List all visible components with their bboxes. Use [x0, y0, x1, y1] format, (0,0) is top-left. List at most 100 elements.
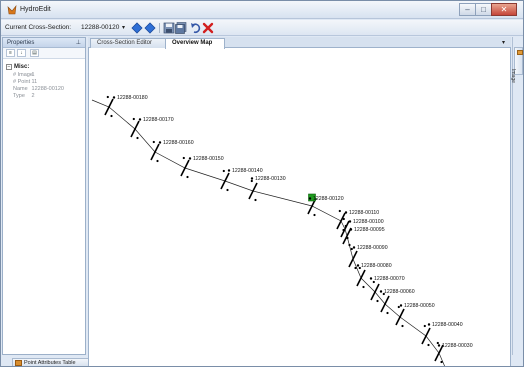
document-tabs: Cross-Section Editor Overview Map ▾: [88, 37, 511, 49]
cross-section-marker[interactable]: 12288-00030: [434, 341, 473, 364]
label-anchor: [227, 169, 231, 172]
survey-point: [440, 360, 443, 364]
cross-section-line: [380, 295, 390, 313]
cross-section-line: [130, 120, 140, 138]
label-anchor: [427, 323, 431, 326]
point-attributes-table-tab[interactable]: Point Attributes Table: [12, 358, 90, 366]
maximize-icon: □: [481, 4, 486, 14]
cross-section-label: 12288-00110: [349, 210, 379, 216]
label-anchor: [250, 177, 254, 180]
categorized-icon[interactable]: ≡: [6, 49, 15, 57]
survey-point: [386, 311, 389, 315]
cross-section-line: [104, 98, 114, 116]
previous-section-button[interactable]: [131, 22, 143, 34]
survey-point: [132, 117, 135, 121]
cross-section-label: 12288-00040: [432, 322, 463, 328]
tab-list-dropdown-icon[interactable]: ▾: [502, 39, 505, 46]
image-icon: [517, 50, 523, 55]
properties-header: Properties ⊥: [3, 38, 85, 48]
minimize-button[interactable]: –: [459, 3, 476, 16]
cross-section-line: [348, 250, 358, 268]
pin-icon[interactable]: ⊥: [76, 39, 81, 46]
survey-point: [254, 198, 257, 202]
survey-point: [354, 266, 357, 270]
cross-section-label: 12288-00150: [193, 156, 224, 162]
delete-button[interactable]: [202, 22, 214, 34]
cross-section-line: [395, 308, 405, 326]
alphabetical-icon[interactable]: ↓: [17, 49, 26, 57]
property-value: 12288-00120: [31, 86, 64, 92]
collapse-icon[interactable]: −: [6, 64, 12, 70]
cross-section-marker[interactable]: 12288-00170: [130, 117, 174, 140]
save-all-button[interactable]: [175, 22, 187, 34]
hydroedit-app-icon: [7, 5, 17, 15]
property-row[interactable]: Name 12288-00120: [13, 86, 64, 92]
maximize-button[interactable]: □: [475, 3, 492, 16]
point-attributes-table-label: Point Attributes Table: [24, 360, 76, 366]
minimize-icon: –: [465, 4, 470, 14]
cross-section-marker[interactable]: 12288-00095: [342, 224, 385, 247]
property-value: 11: [31, 79, 38, 85]
tab-overview-map[interactable]: Overview Map: [165, 38, 225, 49]
label-anchor: [352, 246, 356, 249]
tab-cross-section-editor[interactable]: Cross-Section Editor: [90, 38, 166, 48]
cross-section-line: [220, 172, 230, 190]
label-anchor: [344, 211, 348, 214]
image-panel-tab[interactable]: Image: [510, 47, 523, 83]
title-bar: HydroEdit – □ ✕: [1, 1, 523, 19]
label-anchor: [138, 118, 142, 121]
cross-section-marker[interactable]: 12288-00180: [104, 95, 148, 118]
cross-section-label: 12288-00100: [353, 219, 384, 225]
property-name: # Point: [13, 79, 31, 85]
property-value: 1: [31, 72, 35, 78]
property-row[interactable]: # Image 1: [13, 72, 35, 78]
survey-point: [222, 169, 225, 173]
save-button[interactable]: [163, 22, 175, 34]
window-title: HydroEdit: [20, 6, 51, 13]
property-row[interactable]: Type 2: [13, 93, 35, 99]
survey-point: [186, 175, 189, 179]
survey-point: [106, 95, 109, 99]
cross-section-marker[interactable]: 12288-00060: [379, 289, 415, 315]
survey-point: [156, 159, 159, 163]
overview-map[interactable]: 12288-00180 12288-00170 12288-00160 12288-0…: [88, 48, 511, 367]
survey-point: [362, 285, 365, 289]
misc-group-header[interactable]: − Misc:: [6, 64, 29, 70]
cross-section-line: [248, 182, 258, 200]
survey-point: [152, 140, 155, 144]
chevron-down-icon[interactable]: ▾: [122, 24, 129, 32]
tab-label: Overview Map: [172, 40, 213, 46]
current-cross-section-select[interactable]: 12288-00120: [81, 23, 121, 33]
survey-point: [436, 341, 439, 345]
cross-section-label: 12288-00095: [354, 227, 385, 233]
image-tab-label: Image: [510, 69, 516, 83]
cross-section-label: 12288-00080: [361, 263, 392, 269]
next-section-button[interactable]: [144, 22, 156, 34]
overview-map-canvas[interactable]: 12288-00180 12288-00170 12288-00160 12288-0…: [89, 48, 511, 367]
cross-section-label: 12288-00120: [313, 196, 344, 202]
stream-centerline: [91, 99, 445, 366]
survey-point: [350, 247, 353, 251]
cross-section-marker[interactable]: 12288-00150: [180, 156, 224, 179]
cross-section-label: 12288-00160: [163, 140, 194, 146]
cross-section-marker[interactable]: 12288-00130: [248, 176, 286, 202]
survey-point: [427, 343, 430, 347]
cross-section-marker[interactable]: 12288-00160: [150, 140, 194, 163]
property-pages-icon[interactable]: ▤: [30, 49, 39, 57]
cross-section-label: 12288-00170: [143, 117, 174, 123]
label-anchor: [356, 264, 360, 267]
table-icon: [15, 360, 22, 366]
undo-button[interactable]: [190, 22, 202, 34]
label-anchor: [349, 228, 353, 231]
close-button[interactable]: ✕: [491, 3, 517, 16]
survey-point: [182, 156, 185, 160]
cross-section-label: 12288-00140: [232, 168, 263, 174]
close-icon: ✕: [500, 4, 508, 14]
property-row[interactable]: # Point 11: [13, 79, 37, 85]
property-name: # Image: [13, 72, 33, 78]
cross-section-line: [356, 269, 366, 287]
cross-section-line: [421, 327, 431, 345]
cross-section-label: 12288-00050: [404, 303, 435, 309]
delete-icon: [202, 22, 214, 34]
cross-section-line: [180, 159, 190, 177]
